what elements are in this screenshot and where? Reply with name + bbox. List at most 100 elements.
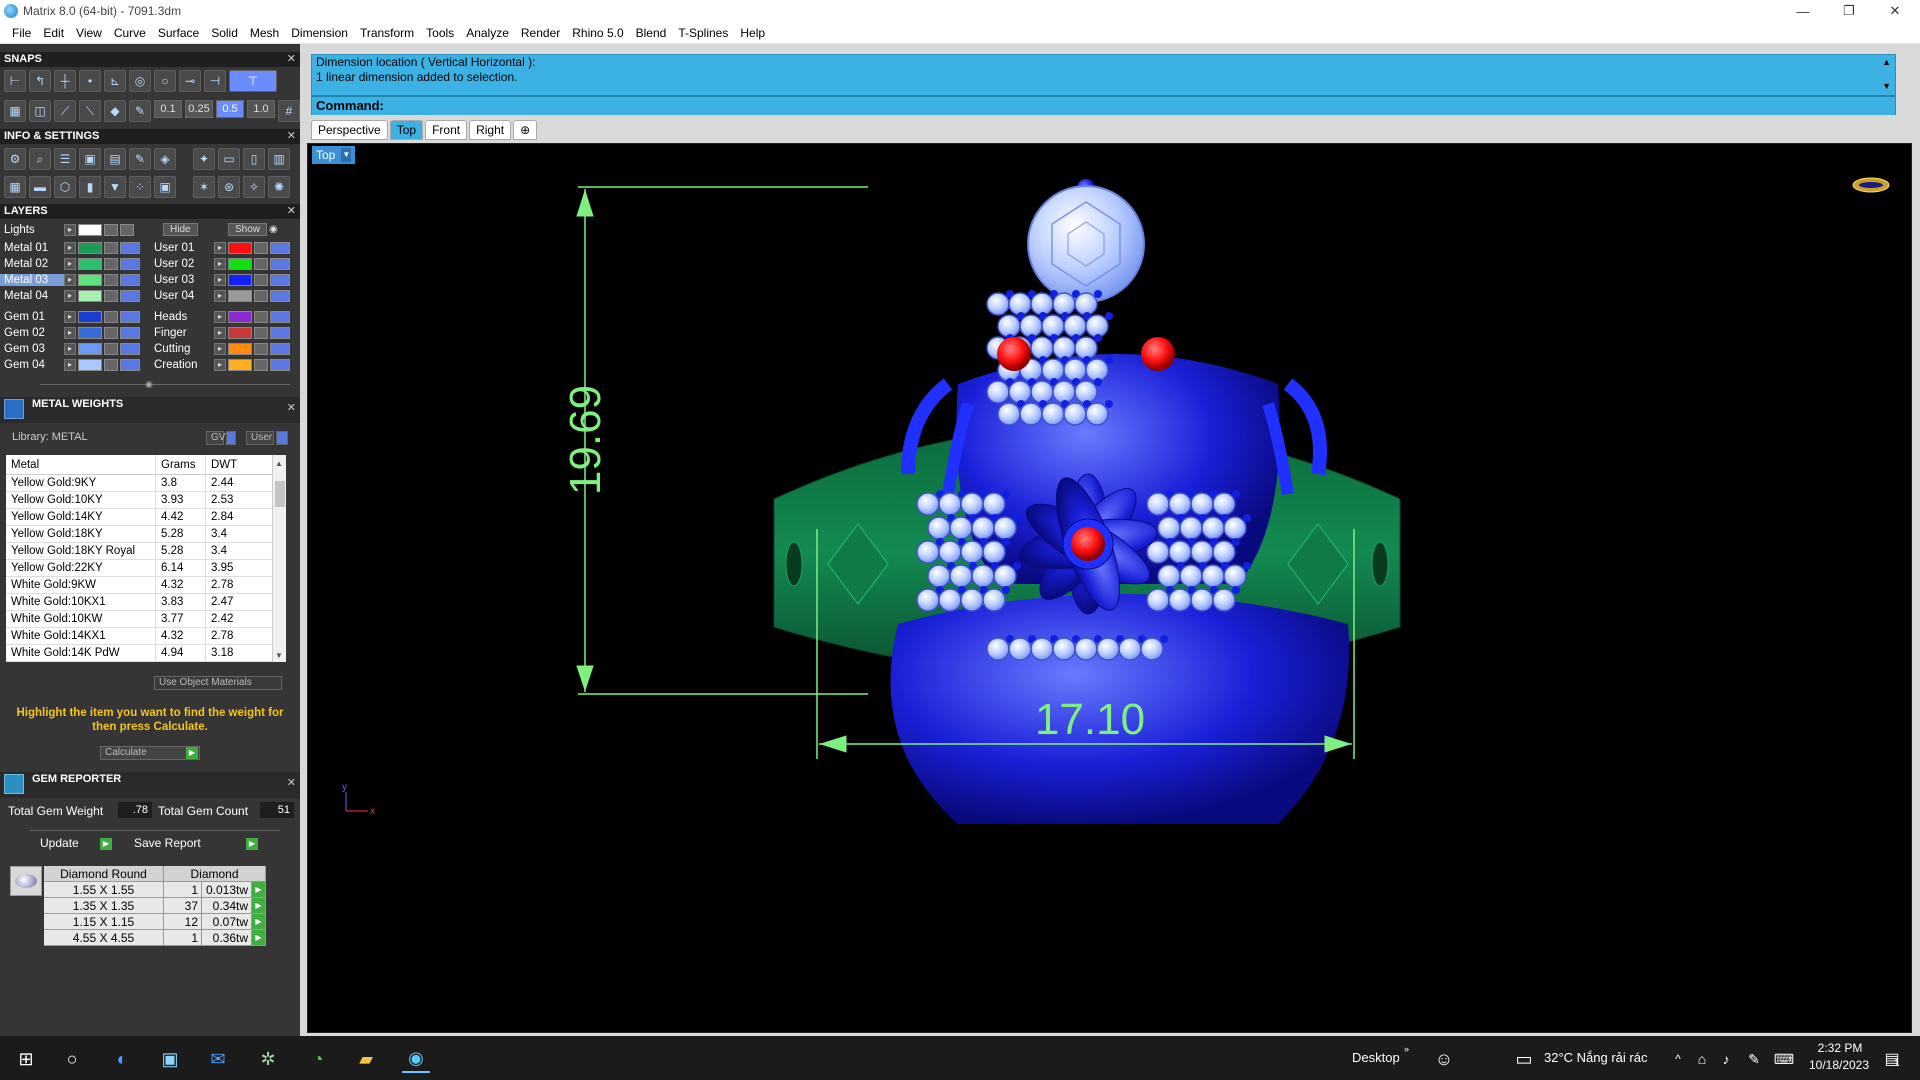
layer-color-swatch[interactable]: [78, 241, 102, 254]
chevron-right-icon[interactable]: ▸: [64, 223, 76, 236]
matrix-taskbar-icon[interactable]: ◉: [402, 1045, 430, 1073]
layer-name[interactable]: Gem 01: [0, 311, 64, 323]
menu-edit[interactable]: Edit: [37, 26, 70, 40]
menu-solid[interactable]: Solid: [205, 26, 244, 40]
layer-name[interactable]: Creation: [150, 359, 214, 371]
chevron-right-icon[interactable]: ▸: [214, 289, 226, 302]
chevron-right-icon[interactable]: ▸: [64, 342, 76, 355]
chevron-right-icon[interactable]: ▸: [214, 273, 226, 286]
restore-button[interactable]: ❐: [1826, 0, 1872, 22]
tab-perspective[interactable]: Perspective: [311, 120, 388, 140]
visibility-toggle[interactable]: [120, 257, 140, 270]
table-row[interactable]: White Gold:14K PdW 4.94 3.18: [6, 645, 286, 662]
layer-name[interactable]: Cutting: [150, 343, 214, 355]
visibility-toggle[interactable]: [120, 289, 140, 302]
snap-value-1-0[interactable]: 1.0: [247, 100, 275, 118]
layer-color-swatch[interactable]: [78, 257, 102, 270]
snap-ortho-icon[interactable]: ⊤: [229, 70, 277, 92]
layer-color-swatch[interactable]: [228, 358, 252, 371]
document-icon[interactable]: ▤: [104, 148, 126, 170]
layer-color-swatch[interactable]: [228, 257, 252, 270]
layer-row[interactable]: Finger ▸: [150, 325, 290, 340]
clock-date[interactable]: 10/18/2023: [1806, 1058, 1872, 1072]
layer-row[interactable]: Heads ▸: [150, 309, 290, 324]
light-icon[interactable]: [120, 223, 134, 236]
table-row[interactable]: Yellow Gold:18KY Royal 5.28 3.4: [6, 543, 286, 560]
view-navigation-icon[interactable]: [1852, 177, 1890, 193]
box-icon[interactable]: ⬡: [54, 176, 76, 198]
layer-name[interactable]: Metal 01: [0, 242, 64, 254]
tab-top[interactable]: Top: [389, 120, 424, 140]
cylinder-icon[interactable]: ▮: [79, 176, 101, 198]
zoom-icon[interactable]: ⌕: [29, 148, 51, 170]
grid-icon[interactable]: ▦: [4, 100, 26, 122]
chevron-right-icon[interactable]: ▸: [64, 289, 76, 302]
weather-icon[interactable]: ▭: [1510, 1045, 1538, 1073]
calculate-button[interactable]: Calculate ▶: [100, 746, 200, 760]
pen-icon[interactable]: ✎: [1740, 1045, 1768, 1073]
menu-rhino-5-0[interactable]: Rhino 5.0: [566, 26, 629, 40]
layer-row[interactable]: User 02 ▸: [150, 256, 290, 271]
layer-color-swatch[interactable]: [78, 310, 102, 323]
close-button[interactable]: ✕: [1872, 0, 1918, 22]
layer-name[interactable]: Metal 02: [0, 258, 64, 270]
snap-tan-icon[interactable]: ⊸: [179, 70, 201, 92]
menu-mesh[interactable]: Mesh: [244, 26, 285, 40]
chevron-right-icon[interactable]: ▸: [214, 342, 226, 355]
use-object-materials-button[interactable]: Use Object Materials: [154, 676, 282, 690]
layer-row[interactable]: Metal 04 ▸: [0, 288, 140, 303]
line-icon[interactable]: ⟋: [54, 100, 76, 122]
layer-color-swatch[interactable]: [78, 289, 102, 302]
weather-text[interactable]: 32°C Nắng rải rác: [1544, 1050, 1647, 1065]
column-header[interactable]: Metal: [6, 455, 156, 474]
visibility-toggle[interactable]: [270, 342, 290, 355]
lock-icon[interactable]: [254, 241, 268, 254]
layer-name[interactable]: Heads: [150, 311, 214, 323]
lock-icon[interactable]: [254, 257, 268, 270]
lock-icon[interactable]: [254, 358, 268, 371]
layer-name[interactable]: Finger: [150, 327, 214, 339]
lock-icon[interactable]: [254, 310, 268, 323]
scrollbar-thumb[interactable]: [275, 481, 285, 507]
chevron-right-icon[interactable]: ▸: [64, 358, 76, 371]
hide-toggle[interactable]: Hide: [163, 222, 198, 237]
column-header[interactable]: Grams: [156, 455, 206, 474]
lock-icon[interactable]: [254, 342, 268, 355]
menu-view[interactable]: View: [70, 26, 108, 40]
close-icon[interactable]: ✕: [287, 776, 296, 790]
play-icon[interactable]: ▶: [252, 914, 266, 929]
menu-t-splines[interactable]: T-Splines: [672, 26, 734, 40]
layer-row[interactable]: Gem 02 ▸: [0, 325, 140, 340]
search-icon[interactable]: ○: [58, 1045, 86, 1073]
table-row[interactable]: Yellow Gold:9KY 3.8 2.44: [6, 475, 286, 492]
minimize-button[interactable]: —: [1780, 0, 1826, 22]
layer-color-swatch[interactable]: [78, 223, 102, 236]
close-icon[interactable]: ✕: [287, 204, 296, 219]
visibility-toggle[interactable]: [120, 241, 140, 254]
expand-handle-icon[interactable]: ◉: [145, 379, 153, 390]
table-row[interactable]: Yellow Gold:18KY 5.28 3.4: [6, 526, 286, 543]
lock-icon[interactable]: [104, 326, 118, 339]
menu-dimension[interactable]: Dimension: [285, 26, 354, 40]
layer-row[interactable]: User 03 ▸: [150, 272, 290, 287]
menu-render[interactable]: Render: [515, 26, 566, 40]
layer-color-swatch[interactable]: [228, 241, 252, 254]
visibility-toggle[interactable]: [270, 310, 290, 323]
desktop-toolbar-label[interactable]: Desktop: [1352, 1050, 1400, 1065]
layer-row[interactable]: User 01 ▸: [150, 240, 290, 255]
layer-name[interactable]: User 03: [150, 274, 214, 286]
layer-name[interactable]: Metal 04: [0, 290, 64, 302]
play-icon[interactable]: ▶: [252, 930, 266, 945]
layer-row[interactable]: Gem 04 ▸: [0, 357, 140, 372]
layer-name[interactable]: Gem 02: [0, 327, 64, 339]
layer-color-swatch[interactable]: [78, 358, 102, 371]
table-row[interactable]: White Gold:10KX1 3.83 2.47: [6, 594, 286, 611]
layer-lights[interactable]: Lights ▸: [0, 222, 134, 237]
menu-curve[interactable]: Curve: [108, 26, 152, 40]
filter-icon[interactable]: ▼: [104, 176, 126, 198]
lock-icon[interactable]: [104, 241, 118, 254]
lock-icon[interactable]: [104, 358, 118, 371]
save-icon[interactable]: ▣: [154, 176, 176, 198]
layers-stack-icon[interactable]: ☰: [54, 148, 76, 170]
play-icon[interactable]: ▶: [252, 882, 266, 897]
